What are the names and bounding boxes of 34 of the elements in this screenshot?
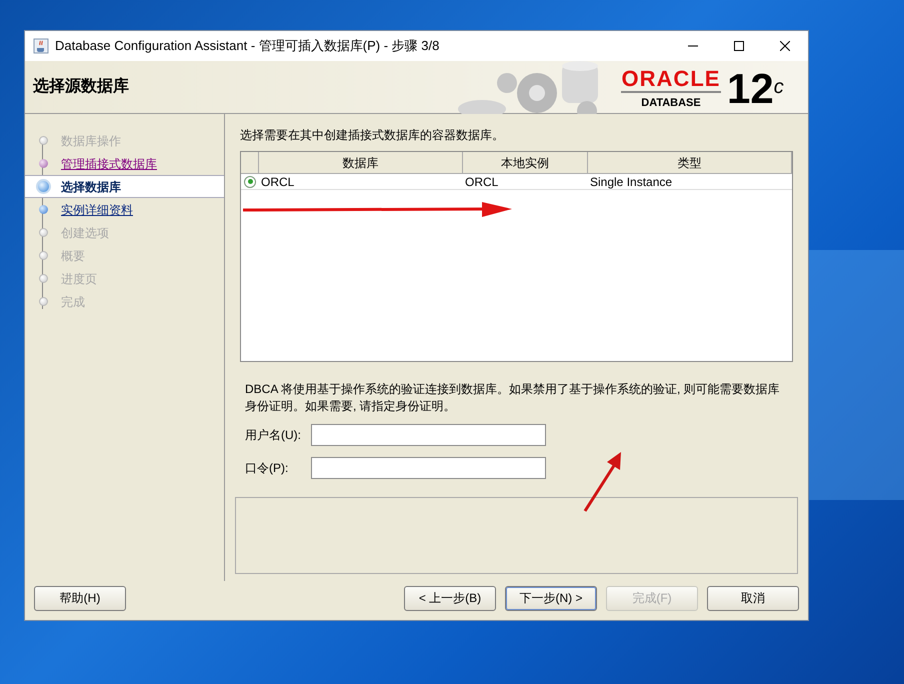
window-title: Database Configuration Assistant - 管理可插入数据库(P) - 步骤 3/8	[55, 37, 440, 56]
annotation-arrow	[582, 450, 624, 514]
help-button[interactable]: 帮助(H)	[34, 586, 126, 610]
field-label: 口令(P):	[245, 460, 290, 477]
instruction-text: 选择需要在其中创建插接式数据库的容器数据库。	[240, 127, 505, 144]
step-item: 选择数据库	[61, 178, 121, 196]
step-item[interactable]: 管理插接式数据库	[61, 154, 157, 172]
java-cup-icon	[33, 38, 49, 54]
column-header[interactable]: 本地实例	[463, 152, 588, 173]
radio-button[interactable]	[244, 176, 256, 188]
column-header[interactable]: 类型	[588, 152, 792, 173]
wizard-button[interactable]: < 上一步(B)	[404, 586, 496, 610]
wizard-button[interactable]: 下一步(N) >	[505, 586, 597, 610]
step-item: 完成	[61, 294, 85, 310]
step-item: 进度页	[61, 270, 97, 288]
brand-logo-text: ORACLE	[622, 67, 720, 91]
input-field[interactable]	[311, 424, 546, 446]
step-item: 数据库操作	[61, 132, 121, 150]
step-item: 创建选项	[61, 224, 109, 242]
auth-note: DBCA 将使用基于操作系统的验证连接到数据库。如果禁用了基于操作系统的验证, 则可能需要数据库身份证明。如果需要, 请指定身份证明。	[244, 381, 781, 415]
column-header[interactable]: 数据库	[259, 152, 463, 173]
field-label: 用户名(U):	[245, 427, 302, 444]
table-cell-text: Single Instance	[589, 174, 674, 189]
version-logo-text: 12$^{c}$	[727, 68, 784, 110]
maximize-icon	[734, 41, 744, 51]
close-icon	[780, 41, 790, 51]
input-field[interactable]	[311, 457, 546, 479]
table-cell-text: ORCL	[464, 174, 500, 189]
step-item: 概要	[61, 248, 85, 264]
wizard-button[interactable]: 取消	[707, 586, 799, 610]
step-item[interactable]: 实例详细资料	[61, 200, 133, 218]
page-heading: 选择源数据库	[33, 76, 129, 97]
product-name: DATABASE	[641, 96, 701, 111]
table-cell-text: ORCL	[260, 174, 296, 189]
